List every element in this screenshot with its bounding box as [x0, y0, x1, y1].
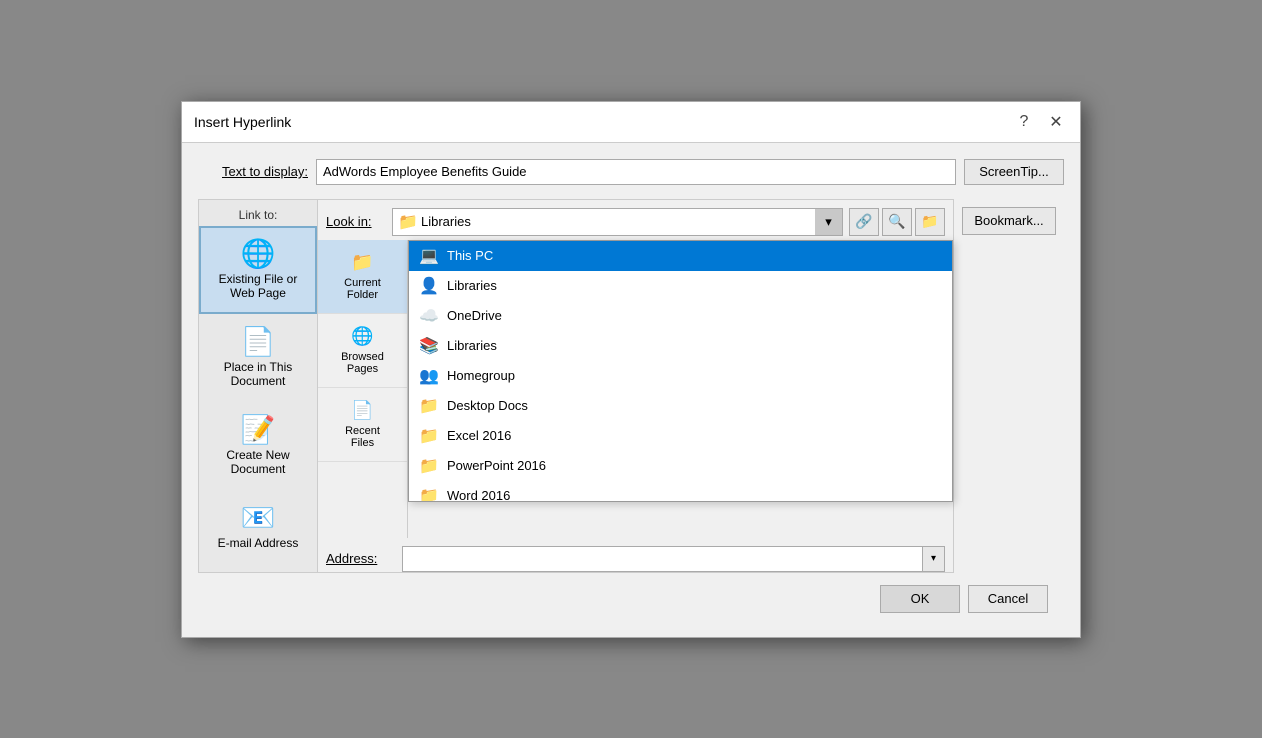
- recent-files-nav-icon: 📄: [351, 400, 373, 421]
- look-in-select[interactable]: Libraries This PC OneDrive: [392, 208, 843, 236]
- nav-current-folder-label: CurrentFolder: [344, 277, 381, 301]
- cancel-button[interactable]: Cancel: [968, 585, 1048, 613]
- right-buttons: Bookmark...: [954, 199, 1064, 573]
- onedrive-icon: ☁️: [419, 306, 439, 326]
- excel-icon: 📁: [419, 426, 439, 446]
- onedrive-label: OneDrive: [447, 308, 502, 323]
- title-bar-buttons: ? ✕: [1012, 110, 1068, 134]
- dropdown-list-inner: 💻 This PC 👤 Libraries ☁️: [409, 241, 952, 501]
- address-input[interactable]: [403, 549, 922, 568]
- dropdown-item-onedrive[interactable]: ☁️ OneDrive: [409, 301, 952, 331]
- sidebar-item-new-label: Create NewDocument: [226, 448, 289, 476]
- nav-recent-files-label: RecentFiles: [345, 425, 380, 449]
- nav-browsed-pages[interactable]: 🌐 BrowsedPages: [318, 314, 407, 388]
- sidebar-item-email[interactable]: 📧 E-mail Address: [199, 490, 317, 564]
- homegroup-label: Homegroup: [447, 368, 515, 383]
- nav-recent-files[interactable]: 📄 RecentFiles: [318, 388, 407, 462]
- browse-recent-btn[interactable]: 🔗: [849, 208, 879, 236]
- look-in-label: Look in:: [326, 214, 386, 229]
- dropdown-item-libraries[interactable]: 📚 Libraries: [409, 331, 952, 361]
- desktop-docs-label: Desktop Docs: [447, 398, 528, 413]
- dropdown-item-powerpoint[interactable]: 📁 PowerPoint 2016: [409, 451, 952, 481]
- sidebar-item-existing-label: Existing File orWeb Page: [219, 272, 298, 300]
- sidebar-item-new[interactable]: 📝 Create NewDocument: [199, 402, 317, 490]
- file-browser-wrapper: 📁 CurrentFolder 🌐 BrowsedPages 📄 RecentF…: [318, 240, 953, 538]
- look-in-dropdown-btn[interactable]: ▾: [815, 208, 843, 236]
- place-in-doc-icon: 📄: [241, 328, 276, 356]
- toolbar-buttons: 🔗 🔍 📁: [849, 208, 945, 236]
- dialog-body: Text to display: ScreenTip... Link to: 🌐…: [182, 143, 1080, 637]
- powerpoint-icon: 📁: [419, 456, 439, 476]
- this-pc-icon: 💻: [419, 246, 439, 266]
- title-bar: Insert Hyperlink ? ✕: [182, 102, 1080, 143]
- text-to-display-row: Text to display: ScreenTip...: [198, 159, 1064, 185]
- address-input-wrap: ▾: [402, 546, 945, 572]
- word-icon: 📁: [419, 486, 439, 501]
- email-icon: 📧: [241, 504, 276, 532]
- center-content: Look in: 📁 Libraries This PC OneDrive ▾ …: [318, 199, 954, 573]
- dropdown-area: 💻 This PC 👤 Libraries ☁️: [408, 240, 953, 538]
- desktop-docs-icon: 📁: [419, 396, 439, 416]
- current-folder-nav-icon: 📁: [351, 252, 373, 273]
- libraries-icon: 📚: [419, 336, 439, 356]
- link-to-sidebar: Link to: 🌐 Existing File orWeb Page 📄 Pl…: [198, 199, 318, 573]
- look-in-select-wrap: 📁 Libraries This PC OneDrive ▾: [392, 208, 843, 236]
- word-label: Word 2016: [447, 488, 510, 501]
- dropdown-list: 💻 This PC 👤 Libraries ☁️: [408, 240, 953, 502]
- browsed-pages-nav-icon: 🌐: [351, 326, 373, 347]
- address-row: Address: ▾: [318, 538, 953, 572]
- address-label: Address:: [326, 551, 396, 566]
- this-pc-label: This PC: [447, 248, 493, 263]
- sidebar-item-email-label: E-mail Address: [218, 536, 299, 550]
- address-dropdown-btn[interactable]: ▾: [922, 547, 944, 571]
- existing-file-icon: 🌐: [241, 240, 276, 268]
- nav-sidebar: 📁 CurrentFolder 🌐 BrowsedPages 📄 RecentF…: [318, 240, 408, 538]
- main-area: Link to: 🌐 Existing File orWeb Page 📄 Pl…: [198, 199, 1064, 573]
- sidebar-item-place-label: Place in ThisDocument: [224, 360, 292, 388]
- bottom-row: OK Cancel: [198, 573, 1064, 625]
- dropdown-item-this-pc[interactable]: 💻 This PC: [409, 241, 952, 271]
- look-in-row: Look in: 📁 Libraries This PC OneDrive ▾ …: [318, 200, 953, 240]
- homegroup-icon: 👥: [419, 366, 439, 386]
- dropdown-list-container: 💻 This PC 👤 Libraries ☁️: [408, 240, 953, 272]
- close-button[interactable]: ✕: [1044, 110, 1068, 134]
- sidebar-item-place[interactable]: 📄 Place in ThisDocument: [199, 314, 317, 402]
- dropdown-item-homegroup[interactable]: 👥 Homegroup: [409, 361, 952, 391]
- bookmark-button[interactable]: Bookmark...: [962, 207, 1056, 235]
- dropdown-item-excel[interactable]: 📁 Excel 2016: [409, 421, 952, 451]
- nav-browsed-pages-label: BrowsedPages: [341, 351, 384, 375]
- create-new-icon: 📝: [241, 416, 276, 444]
- ok-button[interactable]: OK: [880, 585, 960, 613]
- dropdown-item-word[interactable]: 📁 Word 2016: [409, 481, 952, 501]
- libraries-sub-icon: 👤: [419, 276, 439, 296]
- text-to-display-input[interactable]: [316, 159, 956, 185]
- excel-label: Excel 2016: [447, 428, 511, 443]
- help-button[interactable]: ?: [1012, 110, 1036, 134]
- nav-current-folder[interactable]: 📁 CurrentFolder: [318, 240, 407, 314]
- dropdown-item-libraries-sub[interactable]: 👤 Libraries: [409, 271, 952, 301]
- screen-tip-button[interactable]: ScreenTip...: [964, 159, 1064, 185]
- dropdown-item-desktop-docs[interactable]: 📁 Desktop Docs: [409, 391, 952, 421]
- libraries-sub-label: Libraries: [447, 278, 497, 293]
- libraries-label: Libraries: [447, 338, 497, 353]
- sidebar-item-existing[interactable]: 🌐 Existing File orWeb Page: [199, 226, 317, 314]
- powerpoint-label: PowerPoint 2016: [447, 458, 546, 473]
- dialog-title: Insert Hyperlink: [194, 114, 291, 130]
- link-to-label: Link to:: [199, 208, 317, 222]
- insert-hyperlink-dialog: Insert Hyperlink ? ✕ Text to display: Sc…: [181, 101, 1081, 638]
- new-folder-btn[interactable]: 📁: [915, 208, 945, 236]
- search-btn[interactable]: 🔍: [882, 208, 912, 236]
- text-to-display-label: Text to display:: [198, 164, 308, 179]
